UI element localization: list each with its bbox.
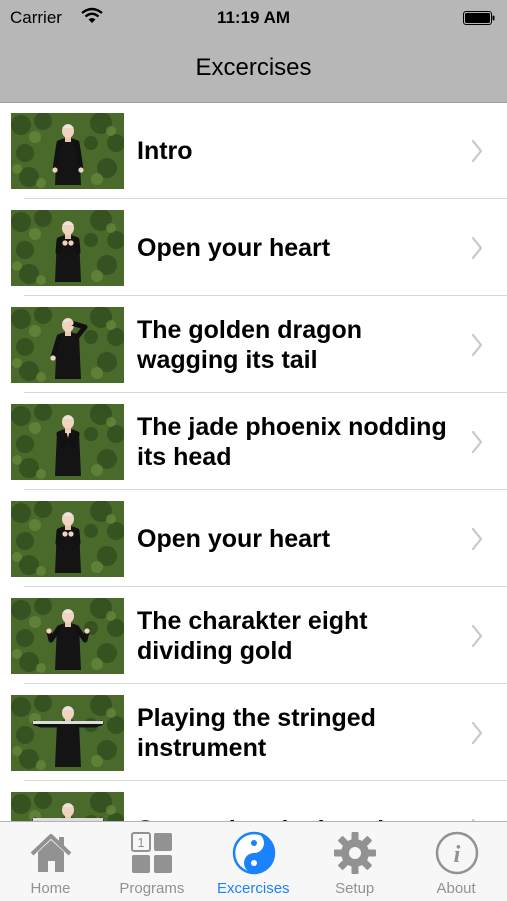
chevron-right-icon [471,139,483,163]
svg-text:1: 1 [138,835,145,850]
programs-icon: 1 [129,830,175,876]
yin-yang-icon [231,830,277,876]
tab-about[interactable]: i About [406,822,507,901]
chevron-right-icon [471,430,483,454]
exercise-thumbnail [11,598,124,674]
exercise-title: Separating the begging [137,782,457,821]
exercise-thumbnail [11,210,124,286]
tab-setup[interactable]: Setup [304,822,405,901]
exercise-row[interactable]: Separating the begging [0,782,507,821]
exercise-thumbnail [11,695,124,771]
exercise-row[interactable]: Open your heart [0,200,507,296]
info-icon: i [434,830,480,876]
navigation-bar: Excercises [0,36,507,103]
exercise-title: The charakter eight dividing gold [137,607,368,665]
exercise-row[interactable]: The charakter eight dividing gold [0,588,507,684]
tab-label: Setup [335,880,375,897]
exercise-title: The golden dragon wagging its tail [137,316,362,374]
exercise-title: Intro [137,137,193,165]
exercise-list[interactable]: Intro Open your heart The golden dragon wa… [0,103,507,821]
exercise-thumbnail [11,501,124,577]
exercise-title: Open your heart [137,525,331,553]
exercise-thumbnail [11,113,124,189]
tab-label: Programs [119,880,185,897]
tab-label: About [436,880,476,897]
tab-bar: Home 1 Programs Excercises Setup i About [0,821,507,901]
status-bar: Carrier 11:19 AM [0,0,507,36]
page-title: Excercises [195,54,312,81]
exercise-title: Open your heart [137,234,331,262]
tab-label: Excercises [217,880,290,897]
tab-programs[interactable]: 1 Programs [101,822,202,901]
tab-excercises[interactable]: Excercises [203,822,304,901]
exercise-row[interactable]: Intro [0,103,507,199]
row-separator [24,683,507,684]
row-separator [24,586,507,587]
chevron-right-icon [471,527,483,551]
exercise-thumbnail [11,307,124,383]
chevron-right-icon [471,236,483,260]
chevron-right-icon [471,333,483,357]
exercise-row[interactable]: Playing the stringed instrument [0,685,507,781]
tab-label: Home [30,880,71,897]
row-separator [24,392,507,393]
exercise-row[interactable]: The jade phoenix nodding its head [0,394,507,490]
row-separator [24,198,507,199]
chevron-right-icon [471,721,483,745]
exercise-row[interactable]: Open your heart [0,491,507,587]
exercise-thumbnail [11,404,124,480]
tab-home[interactable]: Home [0,822,101,901]
chevron-right-icon [471,624,483,648]
gear-icon [332,830,378,876]
exercise-title: Playing the stringed instrument [137,704,376,762]
row-separator [24,295,507,296]
exercise-title: The jade phoenix nodding its head [137,413,447,471]
svg-text:i: i [453,842,460,868]
home-icon [28,830,74,876]
row-separator [24,780,507,781]
exercise-thumbnail [11,792,124,821]
status-time: 11:19 AM [216,8,291,27]
exercise-row[interactable]: The golden dragon wagging its tail [0,297,507,393]
row-separator [24,489,507,490]
battery-icon [463,11,495,25]
